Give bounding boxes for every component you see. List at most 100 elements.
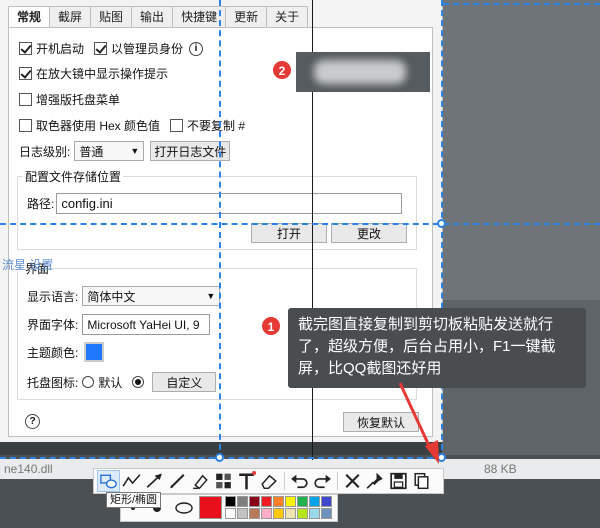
selection-guide-horizontal (0, 223, 600, 225)
magnifier-row[interactable]: 在放大镜中显示操作提示 (19, 65, 168, 82)
save-icon (390, 472, 407, 490)
selection-handle-right[interactable] (437, 219, 446, 228)
tab-capture[interactable]: 截屏 (50, 6, 92, 28)
selection-handle-bottom[interactable] (215, 453, 224, 462)
text-tool[interactable] (235, 470, 258, 492)
palette-color-swatch[interactable] (285, 496, 296, 507)
palette-color-swatch[interactable] (237, 508, 248, 519)
mosaic-tool[interactable] (212, 470, 235, 492)
no-copy-hash-label: 不要复制 # (187, 119, 246, 133)
log-level-row: 日志级别: 普通 ▼ 打开日志文件 (19, 141, 231, 161)
admin-label: 以管理员身份 (111, 42, 184, 56)
custom-icon-button[interactable]: 自定义 (152, 372, 217, 392)
autostart-label: 开机启动 (36, 42, 85, 56)
hex-row[interactable]: 取色器使用 Hex 颜色值 不要复制 # (19, 117, 245, 134)
marker-tool[interactable] (189, 470, 212, 492)
cancel-button[interactable] (341, 470, 364, 492)
palette-color-swatch[interactable] (321, 496, 332, 507)
hex-label: 取色器使用 Hex 颜色值 (36, 119, 161, 133)
capture-toolbar (93, 468, 444, 494)
redo-button[interactable] (311, 470, 334, 492)
help-icon[interactable]: ? (25, 414, 40, 429)
ellipse-shape-option[interactable] (175, 499, 193, 517)
selection-edge-top (443, 3, 600, 5)
tab-update[interactable]: 更新 (226, 6, 268, 28)
pin-button[interactable] (364, 470, 387, 492)
palette-color-swatch[interactable] (249, 496, 260, 507)
marker-icon (193, 474, 208, 490)
tray-menu-row[interactable]: 增强版托盘菜单 (19, 91, 120, 108)
blurred-content (314, 60, 406, 84)
tab-output[interactable]: 输出 (132, 6, 174, 28)
palette-color-swatch[interactable] (309, 508, 320, 519)
arrow-shaft (398, 382, 433, 451)
pen-icon (170, 473, 185, 489)
pen-tool[interactable] (166, 470, 189, 492)
language-row: 显示语言: 简体中文 ▼ (27, 286, 221, 306)
default-label: 默认 (98, 375, 123, 390)
tab-pin[interactable]: 贴图 (91, 6, 133, 28)
palette-color-swatch[interactable] (321, 508, 332, 519)
rectangle-ellipse-tool[interactable] (97, 470, 120, 492)
palette-color-swatch[interactable] (273, 508, 284, 519)
palette-color-swatch[interactable] (297, 496, 308, 507)
undo-button[interactable] (288, 470, 311, 492)
palette-color-swatch[interactable] (285, 508, 296, 519)
magnifier-checkbox[interactable] (19, 67, 32, 80)
log-level-select[interactable]: 普通 ▼ (74, 141, 145, 161)
theme-color-row: 主题颜色: (27, 342, 105, 362)
open-config-button[interactable]: 打开 (251, 223, 327, 243)
annotation-badge-2: 2 (272, 60, 292, 80)
tray-icon-row: 托盘图标: 默认 自定义 (27, 372, 217, 392)
no-copy-hash-checkbox[interactable] (170, 119, 184, 132)
path-label: 路径: (27, 197, 55, 211)
blurred-region (296, 52, 430, 92)
selection-guide-vertical (219, 0, 221, 460)
info-icon[interactable]: i (189, 41, 204, 56)
tab-about[interactable]: 关于 (267, 6, 309, 28)
change-config-button[interactable]: 更改 (331, 223, 407, 243)
tool-tooltip: 矩形/椭圆 (106, 492, 162, 508)
tray-icon-label: 托盘图标: (27, 375, 79, 390)
palette-color-swatch[interactable] (261, 508, 272, 519)
curve-tool[interactable] (120, 470, 143, 492)
tray-menu-checkbox[interactable] (19, 93, 32, 106)
chevron-down-icon: ▼ (130, 146, 140, 156)
default-radio[interactable] (82, 376, 95, 388)
redo-icon (314, 474, 331, 489)
palette-color-swatch[interactable] (249, 508, 260, 519)
palette-color-swatch[interactable] (297, 508, 308, 519)
autostart-checkbox[interactable] (19, 42, 32, 55)
ellipse-icon (175, 502, 193, 514)
eraser-tool[interactable] (258, 470, 281, 492)
curve-icon (122, 474, 141, 487)
theme-color-swatch[interactable] (84, 342, 105, 362)
palette-color-swatch[interactable] (225, 496, 236, 507)
path-row: 路径: config.ini (27, 193, 403, 214)
font-input[interactable]: Microsoft YaHei UI, 9 (82, 314, 211, 335)
current-color-swatch[interactable] (199, 496, 222, 519)
mosaic-icon (216, 473, 231, 489)
save-button[interactable] (387, 470, 410, 492)
font-row: 界面字体: Microsoft YaHei UI, 9 (27, 314, 211, 335)
background-file-name: ne140.dll (4, 462, 53, 476)
toolbar-separator (337, 472, 338, 490)
hex-checkbox[interactable] (19, 119, 32, 132)
palette-color-swatch[interactable] (309, 496, 320, 507)
language-select[interactable]: 简体中文 ▼ (82, 286, 221, 306)
annotation-arrow (398, 382, 439, 464)
faint-background-label: 流星 设置 (2, 258, 54, 272)
path-input[interactable]: config.ini (56, 193, 403, 214)
autostart-row[interactable]: 开机启动 以管理员身份 i (19, 40, 204, 57)
palette-color-swatch[interactable] (237, 496, 248, 507)
admin-checkbox[interactable] (94, 42, 108, 55)
palette-color-swatch[interactable] (261, 496, 272, 507)
tab-general[interactable]: 常规 (8, 6, 51, 28)
undo-icon (291, 474, 308, 489)
arrow-tool[interactable] (143, 470, 166, 492)
copy-button[interactable] (410, 470, 433, 492)
palette-color-swatch[interactable] (273, 496, 284, 507)
log-level-label: 日志级别: (19, 144, 71, 159)
custom-radio[interactable] (132, 376, 145, 388)
palette-color-swatch[interactable] (225, 508, 236, 519)
